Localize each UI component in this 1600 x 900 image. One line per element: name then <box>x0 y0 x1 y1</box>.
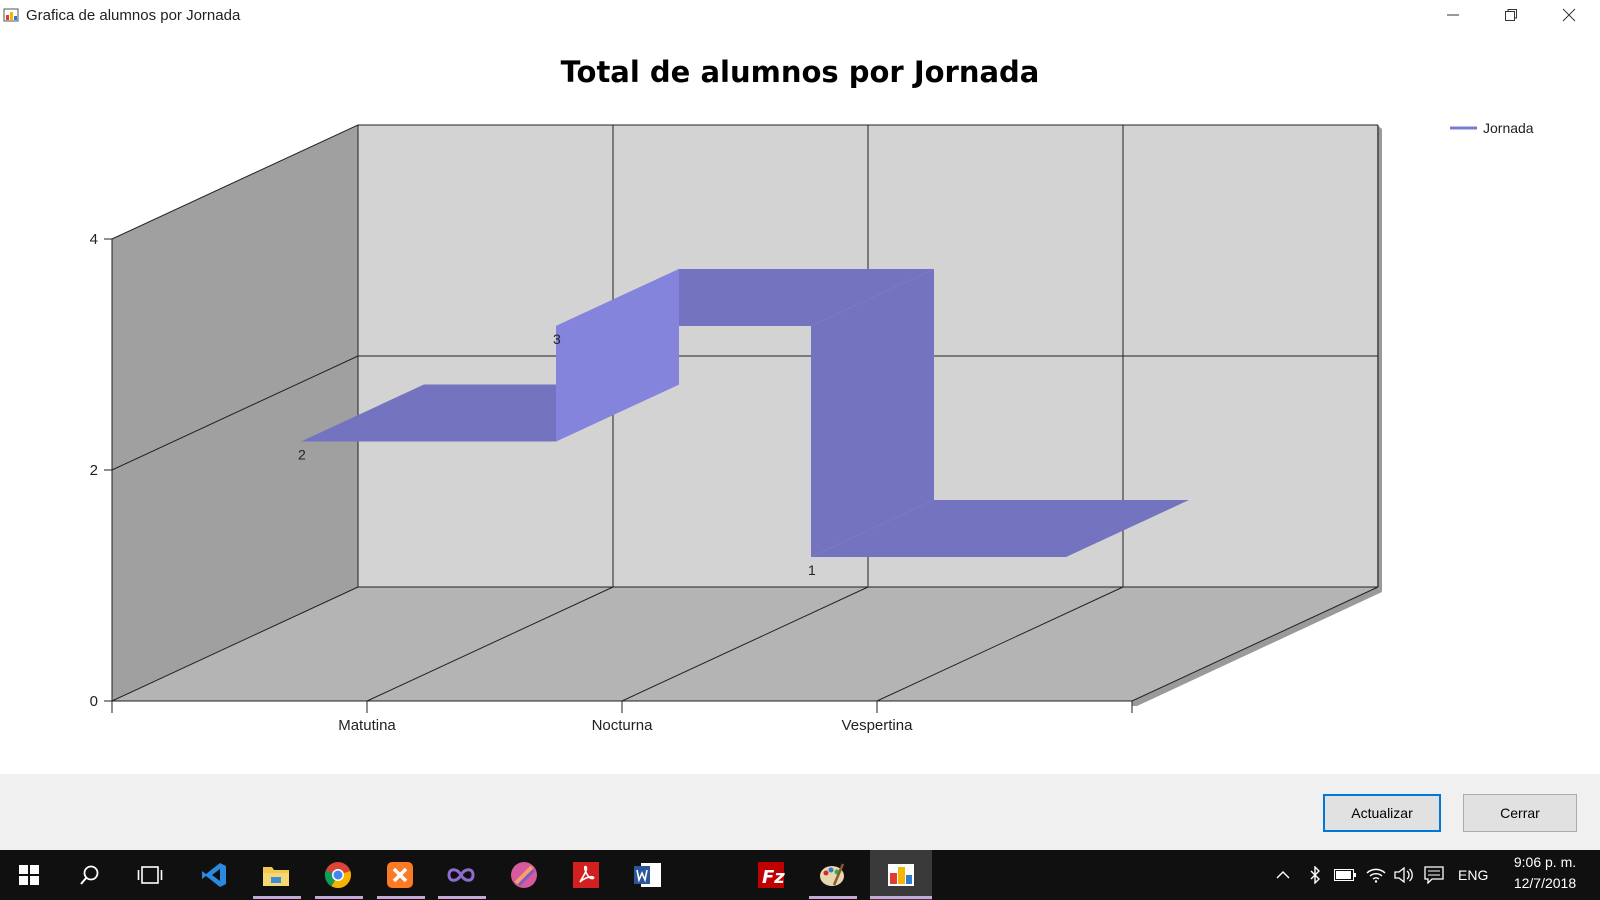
windows-start-icon[interactable] <box>12 858 46 892</box>
y-tick-label-0: 0 <box>90 693 98 710</box>
xampp-indicator <box>377 896 425 899</box>
filezilla-icon[interactable]: Fz <box>754 858 788 892</box>
paint-indicator <box>809 896 857 899</box>
window-title: Grafica de alumnos por Jornada <box>26 7 241 24</box>
vscode-icon[interactable] <box>197 858 231 892</box>
wifi-icon[interactable] <box>1366 850 1386 900</box>
battery-icon[interactable] <box>1334 850 1356 900</box>
minimize-icon <box>1447 14 1459 16</box>
chart: Total de alumnos por Jornada 2 3 1 0 2 4 Mat… <box>90 55 1534 734</box>
x-tick-label-2: Vespertina <box>842 717 914 734</box>
x-tick-label-0: Matutina <box>338 717 396 734</box>
close-icon <box>1562 8 1576 22</box>
y-tick-label-2: 4 <box>90 231 98 248</box>
language-indicator[interactable]: ENG <box>1458 850 1488 900</box>
legend-label: Jornada <box>1483 120 1534 136</box>
task-view-icon[interactable] <box>133 858 167 892</box>
data-label-0: 2 <box>298 447 306 463</box>
app-icon <box>3 8 19 22</box>
close-dialog-button[interactable]: Cerrar <box>1463 794 1577 832</box>
xampp-icon[interactable] <box>383 858 417 892</box>
taskbar <box>0 850 1600 900</box>
clock[interactable]: 9:06 p. m. 12/7/2018 <box>1500 852 1590 898</box>
chart-app-indicator <box>870 896 932 899</box>
chrome-indicator <box>315 896 363 899</box>
close-button[interactable] <box>1540 0 1598 30</box>
minimize-button[interactable] <box>1424 0 1482 30</box>
tray-chevron-icon[interactable] <box>1276 850 1290 900</box>
y-tick-labels: 0 2 4 <box>90 231 98 710</box>
clock-time: 9:06 p. m. <box>1513 854 1577 870</box>
x-tick-label-1: Nocturna <box>592 717 654 734</box>
chrome-icon[interactable] <box>321 858 355 892</box>
app-icon[interactable] <box>507 858 541 892</box>
acrobat-icon[interactable] <box>569 858 603 892</box>
bluetooth-icon[interactable] <box>1309 850 1321 900</box>
restore-button[interactable] <box>1482 0 1540 30</box>
data-label-1: 3 <box>553 331 561 347</box>
chart-area: Total de alumnos por Jornada 2 3 1 0 2 4 Mat… <box>0 30 1600 774</box>
file-explorer-indicator <box>253 896 301 899</box>
y-tick-label-1: 2 <box>90 462 98 479</box>
clock-date: 12/7/2018 <box>1513 875 1577 891</box>
window-titlebar: Grafica de alumnos por Jornada <box>0 0 1600 30</box>
paint-icon[interactable] <box>815 858 849 892</box>
svg-text:Fz: Fz <box>762 867 785 888</box>
x-tick-labels: Matutina Nocturna Vespertina <box>338 717 913 734</box>
restore-icon <box>1505 9 1517 21</box>
legend: Jornada <box>1450 120 1534 136</box>
refresh-button[interactable]: Actualizar <box>1323 794 1441 832</box>
visual-studio-indicator <box>438 896 486 899</box>
notifications-icon[interactable] <box>1424 850 1444 900</box>
chart-app-icon[interactable] <box>884 858 918 892</box>
visual-studio-icon[interactable] <box>444 858 478 892</box>
chart-title: Total de alumnos por Jornada <box>561 55 1040 89</box>
data-label-2: 1 <box>808 562 816 578</box>
search-icon[interactable] <box>73 858 107 892</box>
volume-icon[interactable] <box>1394 850 1414 900</box>
word-icon[interactable] <box>631 858 665 892</box>
file-explorer-icon[interactable] <box>259 858 293 892</box>
